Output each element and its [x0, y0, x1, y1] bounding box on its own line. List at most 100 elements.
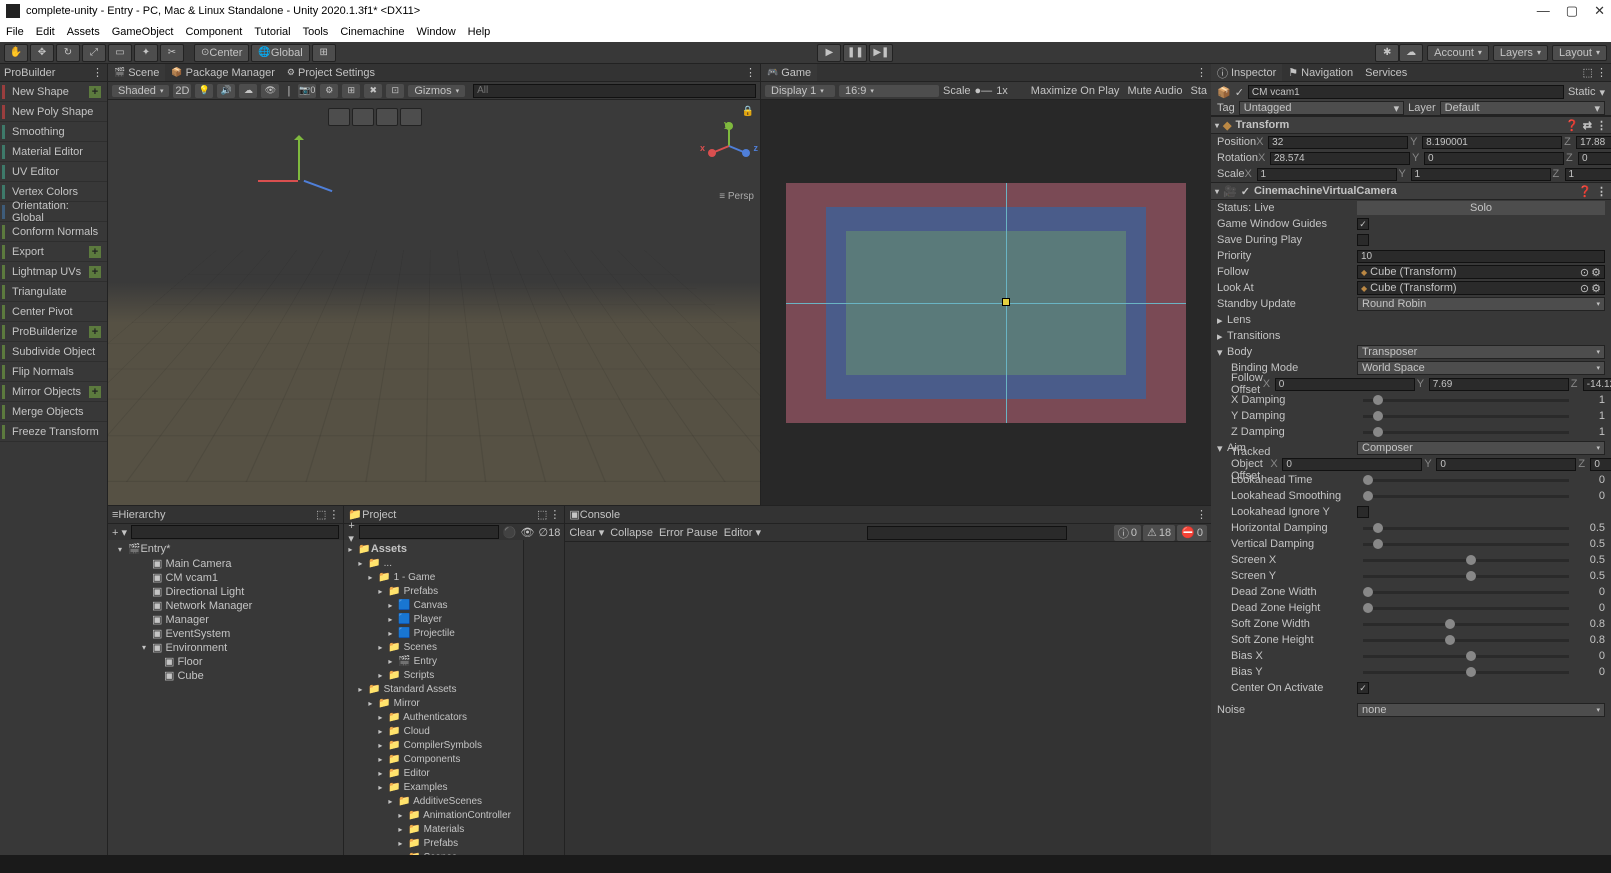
- tool-icon2[interactable]: ✖: [364, 84, 382, 98]
- project-projectile[interactable]: ▸🟦 Projectile: [344, 626, 523, 640]
- transform-header[interactable]: ▾◆Transform❓⇄⋮: [1211, 116, 1611, 134]
- rot-z[interactable]: [1578, 152, 1611, 165]
- hierarchy-cm-vcam-[interactable]: ▣ CM vcam1: [108, 570, 343, 584]
- aim-foldout[interactable]: ▾AimComposer: [1211, 440, 1611, 456]
- lookahead-ignore-y[interactable]: [1357, 506, 1369, 518]
- menu-tools[interactable]: Tools: [303, 26, 329, 38]
- pos-z[interactable]: [1576, 136, 1611, 149]
- scene-tool-2[interactable]: [352, 108, 374, 126]
- hierarchy-network-manager[interactable]: ▣ Network Manager: [108, 598, 343, 612]
- slider-soft-zone-height[interactable]: [1363, 639, 1569, 642]
- pb-flip-normals[interactable]: Flip Normals: [0, 362, 107, 382]
- account-dropdown[interactable]: Account: [1427, 45, 1489, 61]
- tab-project-settings[interactable]: ⚙Project Settings: [281, 64, 381, 81]
- console-collapse[interactable]: Collapse: [610, 527, 653, 539]
- console-error-pause[interactable]: Error Pause: [659, 527, 718, 539]
- layers-dropdown[interactable]: Layers: [1493, 45, 1548, 61]
- slider-x-damping[interactable]: [1363, 399, 1569, 402]
- slider-screen-x[interactable]: [1363, 559, 1569, 562]
- menu-file[interactable]: File: [6, 26, 24, 38]
- project--[interactable]: ▸📁 ...: [344, 556, 523, 570]
- 2d-toggle[interactable]: 2D: [173, 84, 191, 98]
- standby-dropdown[interactable]: Round Robin: [1357, 297, 1605, 311]
- project-examples[interactable]: ▸📁 Examples: [344, 780, 523, 794]
- project-scenes[interactable]: ▸📁 Scenes: [344, 640, 523, 654]
- follow-field[interactable]: Cube (Transform)⊙⚙: [1357, 265, 1605, 279]
- rot-x[interactable]: [1270, 152, 1410, 165]
- cloud-icon[interactable]: ☁: [1399, 44, 1423, 62]
- vcam-header[interactable]: ▾🎥✓CinemachineVirtualCamera❓⋮: [1211, 182, 1611, 200]
- slider-bias-x[interactable]: [1363, 655, 1569, 658]
- collab-icon[interactable]: ✱: [1375, 44, 1399, 62]
- guides-checkbox[interactable]: ✓: [1357, 218, 1369, 230]
- move-tool[interactable]: ✥: [30, 44, 54, 62]
- close-button[interactable]: ✕: [1594, 3, 1605, 19]
- hierarchy-floor[interactable]: ▣ Floor: [108, 654, 343, 668]
- project-compilersymbols[interactable]: ▸📁 CompilerSymbols: [344, 738, 523, 752]
- hierarchy-cube[interactable]: ▣ Cube: [108, 668, 343, 682]
- display-dropdown[interactable]: Display 1: [765, 85, 835, 97]
- project-prefabs[interactable]: ▸📁 Prefabs: [344, 836, 523, 850]
- project-standard-assets[interactable]: ▸📁 Standard Assets: [344, 682, 523, 696]
- priority-input[interactable]: [1357, 250, 1605, 263]
- pb-mirror-objects[interactable]: Mirror Objects+: [0, 382, 107, 402]
- slider-lookahead-time[interactable]: [1363, 479, 1569, 482]
- scene-tool-3[interactable]: [376, 108, 398, 126]
- hidden-toggle[interactable]: 👁: [261, 84, 279, 98]
- pb-conform-normals[interactable]: Conform Normals: [0, 222, 107, 242]
- project-entry[interactable]: ▸🎬 Entry: [344, 654, 523, 668]
- slider-horizontal-damping[interactable]: [1363, 527, 1569, 530]
- tab-scene[interactable]: 🎬Scene: [108, 64, 165, 81]
- step-button[interactable]: ▶❚: [869, 44, 893, 62]
- pb-lightmap-uvs[interactable]: Lightmap UVs+: [0, 262, 107, 282]
- tag-dropdown[interactable]: Untagged▾: [1239, 101, 1404, 115]
- snap-toggle[interactable]: ⊞: [312, 44, 336, 62]
- pb-smoothing[interactable]: Smoothing: [0, 122, 107, 142]
- create-dropdown[interactable]: + ▾: [112, 526, 127, 539]
- project-editor[interactable]: ▸📁 Editor: [344, 766, 523, 780]
- menu-gameobject[interactable]: GameObject: [112, 26, 174, 38]
- hierarchy-eventsystem[interactable]: ▣ EventSystem: [108, 626, 343, 640]
- tab-services[interactable]: Services: [1359, 64, 1413, 81]
- pb-export[interactable]: Export+: [0, 242, 107, 262]
- console-clear[interactable]: Clear ▾: [569, 526, 604, 539]
- menu-edit[interactable]: Edit: [36, 26, 55, 38]
- lookat-field[interactable]: Cube (Transform)⊙⚙: [1357, 281, 1605, 295]
- hierarchy-manager[interactable]: ▣ Manager: [108, 612, 343, 626]
- active-checkbox[interactable]: ✓: [1235, 86, 1244, 99]
- pos-x[interactable]: [1268, 136, 1408, 149]
- project-additivescenes[interactable]: ▸📁 AdditiveScenes: [344, 794, 523, 808]
- pb-freeze-transform[interactable]: Freeze Transform: [0, 422, 107, 442]
- lighting-toggle[interactable]: 💡: [195, 84, 213, 98]
- game-viewport[interactable]: [761, 100, 1211, 505]
- project-assets[interactable]: ▸📁 Assets: [344, 542, 523, 556]
- hierarchy-environment[interactable]: ▾▣ Environment: [108, 640, 343, 654]
- project-materials[interactable]: ▸📁 Materials: [344, 822, 523, 836]
- menu-tutorial[interactable]: Tutorial: [254, 26, 290, 38]
- menu-cinemachine[interactable]: Cinemachine: [340, 26, 404, 38]
- tab-inspector[interactable]: ⓘ Inspector: [1211, 64, 1282, 81]
- save-play-checkbox[interactable]: [1357, 234, 1369, 246]
- eye-icon[interactable]: 👁: [521, 526, 535, 539]
- orientation-gizmo[interactable]: xyz: [704, 121, 754, 171]
- perspective-label[interactable]: ≡ Persp: [719, 191, 754, 202]
- pb-new-shape[interactable]: New Shape+: [0, 82, 107, 102]
- scene-viewport[interactable]: 🔒 xyz ≡ Persp: [108, 100, 760, 505]
- slider-soft-zone-width[interactable]: [1363, 623, 1569, 626]
- aim-mode-dropdown[interactable]: Composer: [1357, 441, 1605, 455]
- pivot-rotation-toggle[interactable]: 🌐Global: [251, 44, 309, 62]
- project-player[interactable]: ▸🟦 Player: [344, 612, 523, 626]
- shading-mode-dropdown[interactable]: Shaded: [112, 85, 169, 97]
- slider-bias-y[interactable]: [1363, 671, 1569, 674]
- project-authenticators[interactable]: ▸📁 Authenticators: [344, 710, 523, 724]
- object-name-input[interactable]: [1248, 85, 1564, 99]
- project-scripts[interactable]: ▸📁 Scripts: [344, 668, 523, 682]
- hand-tool[interactable]: ✋: [4, 44, 28, 62]
- pb-center-pivot[interactable]: Center Pivot: [0, 302, 107, 322]
- maximize-button[interactable]: ▢: [1566, 3, 1578, 19]
- menu-assets[interactable]: Assets: [67, 26, 100, 38]
- lens-foldout[interactable]: ▸Lens: [1211, 312, 1611, 328]
- menu-window[interactable]: Window: [417, 26, 456, 38]
- scale-z[interactable]: [1565, 168, 1611, 181]
- mute-audio[interactable]: Mute Audio: [1127, 85, 1182, 97]
